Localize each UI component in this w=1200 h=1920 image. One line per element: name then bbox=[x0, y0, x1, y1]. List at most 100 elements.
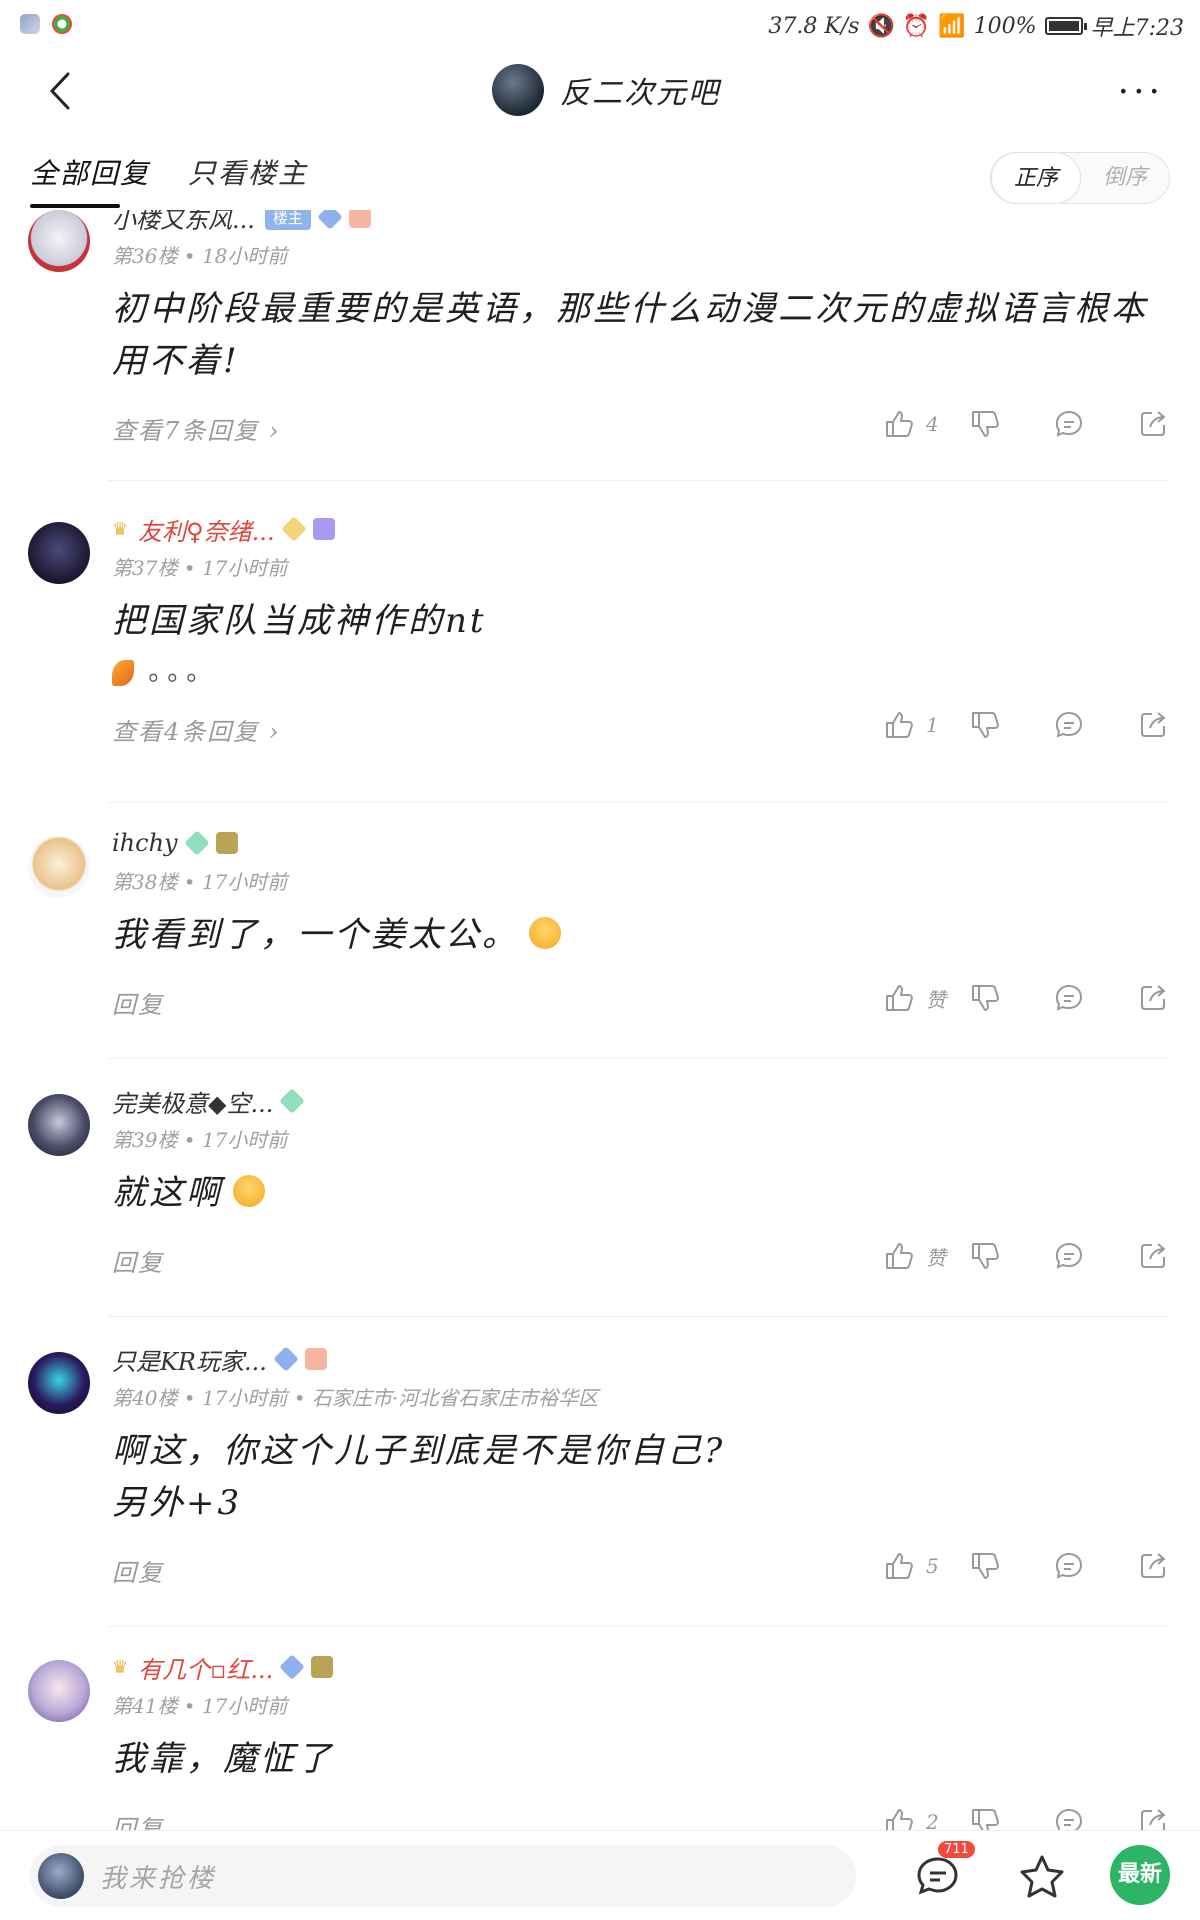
comment-icon bbox=[1055, 984, 1083, 1011]
comment-button[interactable] bbox=[1052, 1805, 1086, 1830]
share-icon bbox=[1141, 411, 1166, 436]
favorite-button[interactable] bbox=[1016, 1851, 1068, 1903]
thumb-up-icon bbox=[886, 1553, 913, 1579]
like-count: 赞 bbox=[926, 1245, 946, 1270]
crown-icon: ♛ bbox=[112, 518, 129, 540]
like-count: 4 bbox=[926, 412, 939, 436]
user-avatar[interactable] bbox=[28, 1660, 90, 1722]
comment-icon bbox=[1055, 1242, 1083, 1269]
dislike-button[interactable] bbox=[968, 981, 1002, 1015]
like-button[interactable]: 2 bbox=[882, 1805, 946, 1830]
reply-link[interactable]: 回复 bbox=[112, 985, 164, 1020]
level-badge-icon bbox=[279, 1088, 306, 1114]
comment-button[interactable] bbox=[1052, 407, 1086, 441]
surprised-emoji-icon bbox=[233, 1175, 265, 1207]
user-avatar[interactable] bbox=[28, 210, 90, 272]
like-button[interactable]: 赞 bbox=[882, 981, 946, 1015]
forum-avatar bbox=[492, 64, 544, 116]
share-button[interactable] bbox=[1136, 1239, 1170, 1273]
thumb-down-icon bbox=[972, 712, 999, 738]
post-content: 我看到了，一个姜太公。 bbox=[112, 909, 1170, 961]
thumb-down-icon bbox=[972, 1809, 999, 1830]
post-extra: 。。。 bbox=[112, 651, 1170, 688]
user-avatar[interactable] bbox=[28, 1094, 90, 1156]
thumb-up-icon bbox=[886, 985, 913, 1011]
dislike-button[interactable] bbox=[968, 708, 1002, 742]
reply-link[interactable]: 回复 bbox=[112, 1553, 164, 1588]
browser-app-icon bbox=[52, 14, 72, 34]
user-name[interactable]: 有几个▫红... bbox=[138, 1650, 273, 1685]
share-icon bbox=[1141, 985, 1166, 1010]
post-divider bbox=[108, 1626, 1170, 1627]
post-divider bbox=[108, 1316, 1170, 1317]
share-button[interactable] bbox=[1136, 708, 1170, 742]
reply-composer[interactable]: 我来抢楼 bbox=[30, 1845, 856, 1907]
user-name[interactable]: 友利♀奈绪... bbox=[138, 512, 274, 547]
reply-list[interactable]: 小楼又东风... 楼主 第36楼 • 18小时前 初中阶段最重要的是英语，那些什… bbox=[0, 210, 1200, 1830]
share-button[interactable] bbox=[1136, 407, 1170, 441]
user-avatar[interactable] bbox=[28, 1352, 90, 1414]
tab-host-only[interactable]: 只看楼主 bbox=[188, 152, 308, 192]
user-avatar[interactable] bbox=[28, 836, 90, 898]
dislike-button[interactable] bbox=[968, 1805, 1002, 1830]
comment-button[interactable] bbox=[1052, 1239, 1086, 1273]
user-name[interactable]: 小楼又东风... bbox=[112, 210, 255, 235]
reply-link[interactable]: 回复 bbox=[112, 1809, 164, 1830]
comment-button[interactable] bbox=[1052, 981, 1086, 1015]
view-replies-link[interactable]: 查看7条回复 › bbox=[112, 411, 281, 446]
post-content: 把国家队当成神作的nt bbox=[112, 601, 487, 641]
messages-button[interactable]: 711 bbox=[912, 1841, 975, 1903]
thumb-up-icon bbox=[886, 712, 913, 738]
title-badge-icon bbox=[304, 1348, 327, 1370]
thumb-down-icon bbox=[972, 1243, 999, 1269]
post-divider bbox=[108, 1058, 1170, 1059]
view-replies-link[interactable]: 查看4条回复 › bbox=[112, 712, 281, 747]
forum-title[interactable]: 反二次元吧 bbox=[492, 64, 720, 116]
host-badge: 楼主 bbox=[264, 210, 311, 230]
like-button[interactable]: 1 bbox=[882, 708, 946, 742]
star-icon bbox=[1020, 1855, 1064, 1898]
post-meta: 第40楼 • 17小时前 • 石家庄市·河北省石家庄市裕华区 bbox=[112, 1386, 599, 1410]
reply-link[interactable]: 回复 bbox=[112, 1243, 164, 1278]
post-extra-text: 。。。 bbox=[148, 657, 219, 687]
tab-all-replies[interactable]: 全部回复 bbox=[30, 152, 150, 208]
user-avatar[interactable] bbox=[28, 522, 90, 584]
level-badge-icon bbox=[280, 516, 307, 542]
sort-order-toggle: 正序 倒序 bbox=[989, 152, 1170, 204]
share-button[interactable] bbox=[1136, 981, 1170, 1015]
like-count: 赞 bbox=[926, 987, 946, 1012]
like-button[interactable]: 赞 bbox=[882, 1239, 946, 1273]
user-name[interactable]: ihchy bbox=[112, 829, 178, 857]
title-badge-icon bbox=[215, 832, 238, 854]
back-button[interactable] bbox=[36, 66, 86, 116]
dislike-button[interactable] bbox=[968, 1549, 1002, 1583]
comment-button[interactable] bbox=[1052, 1549, 1086, 1583]
post-meta: 第37楼 • 17小时前 bbox=[112, 556, 288, 580]
post-content-line: 另外+3 bbox=[112, 1483, 243, 1523]
latest-button[interactable]: 最新 bbox=[1110, 1845, 1170, 1905]
smile-emoji-icon bbox=[529, 917, 561, 949]
more-menu-button[interactable]: ··· bbox=[1118, 72, 1164, 113]
thumb-up-icon bbox=[886, 1243, 913, 1269]
share-button[interactable] bbox=[1136, 1549, 1170, 1583]
user-name[interactable]: 完美极意◆空... bbox=[112, 1084, 273, 1119]
user-name[interactable]: 只是KR玩家... bbox=[112, 1342, 267, 1377]
comment-button[interactable] bbox=[1052, 708, 1086, 742]
dislike-button[interactable] bbox=[968, 1239, 1002, 1273]
like-button[interactable]: 5 bbox=[882, 1549, 946, 1583]
status-bar: 37.8 K/s 🔇 ⏰ 📶 100% 早上7:23 bbox=[0, 0, 1200, 50]
my-avatar bbox=[38, 1853, 84, 1899]
status-indicators: 37.8 K/s 🔇 ⏰ 📶 100% 早上7:23 bbox=[768, 10, 1184, 42]
like-button[interactable]: 4 bbox=[882, 407, 946, 441]
sort-descending-option[interactable]: 倒序 bbox=[1081, 153, 1169, 203]
gallery-app-icon bbox=[20, 14, 40, 34]
level-badge-icon bbox=[273, 1346, 299, 1372]
network-speed: 37.8 K/s bbox=[768, 13, 860, 39]
post-meta: 第36楼 • 18小时前 bbox=[112, 244, 288, 268]
post-content: 就这啊 bbox=[112, 1167, 1170, 1219]
share-button[interactable] bbox=[1136, 1805, 1170, 1830]
like-count: 2 bbox=[926, 1810, 939, 1830]
dislike-button[interactable] bbox=[968, 407, 1002, 441]
sort-ascending-option[interactable]: 正序 bbox=[990, 153, 1081, 203]
mute-icon: 🔇 bbox=[867, 13, 895, 39]
